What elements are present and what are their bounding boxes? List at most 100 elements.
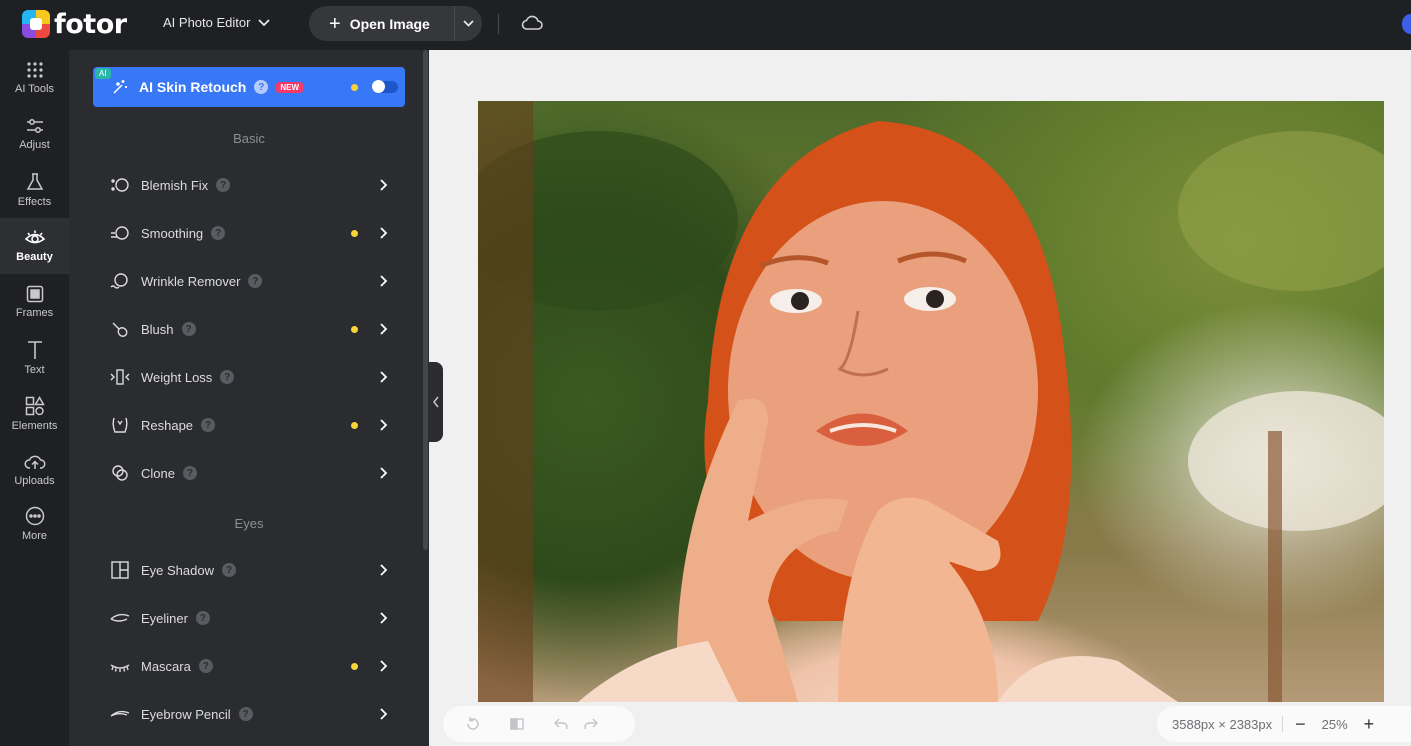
- modified-dot: [351, 663, 358, 670]
- nav-label: Text: [24, 364, 45, 376]
- ai-skin-retouch-toggle[interactable]: [372, 80, 398, 93]
- tool-label: Clone: [141, 465, 175, 481]
- chevron-down-icon: [258, 18, 271, 26]
- tool-clone[interactable]: Clone ?: [109, 459, 399, 487]
- modified-dot: [351, 84, 358, 91]
- tool-label: Mascara: [141, 658, 191, 674]
- zoom-level[interactable]: 25%: [1322, 717, 1348, 732]
- zoom-in-button[interactable]: +: [1364, 714, 1375, 735]
- canvas-photo[interactable]: [478, 101, 1384, 702]
- divider: [498, 14, 499, 34]
- chevron-right-icon: [380, 371, 388, 383]
- tool-mascara[interactable]: Mascara ?: [109, 652, 399, 680]
- sliders-icon: [26, 119, 43, 133]
- avatar[interactable]: [1402, 14, 1411, 34]
- portrait-photo: [478, 101, 1384, 702]
- tool-reshape[interactable]: Reshape ?: [109, 411, 399, 439]
- shapes-icon: [25, 396, 45, 416]
- nav-label: More: [21, 530, 48, 542]
- nav-elements[interactable]: Elements: [0, 386, 69, 442]
- help-icon[interactable]: ?: [195, 611, 210, 625]
- nav-beauty[interactable]: Beauty: [0, 218, 69, 274]
- help-icon[interactable]: ?: [238, 707, 253, 721]
- nav-ai-tools[interactable]: AI Tools: [0, 50, 69, 106]
- help-icon[interactable]: ?: [248, 274, 263, 288]
- tool-label: Weight Loss: [141, 369, 213, 385]
- tool-label: Wrinkle Remover: [141, 273, 241, 289]
- history-toolbar: [443, 706, 635, 742]
- blush-brush-icon: [109, 318, 131, 340]
- help-icon[interactable]: ?: [211, 226, 226, 240]
- redo-icon[interactable]: [583, 716, 599, 732]
- zoom-out-button[interactable]: −: [1295, 714, 1306, 735]
- tool-label: Blush: [141, 321, 174, 337]
- reset-icon[interactable]: [465, 716, 481, 732]
- beauty-panel: AI AI Skin Retouch ? NEW Basic Blemish F…: [69, 50, 429, 746]
- tool-blush[interactable]: Blush ?: [109, 315, 399, 343]
- tool-eye-shadow[interactable]: Eye Shadow ?: [109, 556, 399, 584]
- blemish-fix-icon: [109, 174, 131, 196]
- nav-label: Adjust: [19, 139, 50, 151]
- open-image-button[interactable]: + Open Image: [309, 6, 454, 41]
- help-icon[interactable]: ?: [220, 370, 235, 384]
- chevron-right-icon: [380, 467, 388, 479]
- nav-label: Beauty: [16, 251, 53, 263]
- section-eyes-title: Eyes: [234, 516, 264, 531]
- compare-icon[interactable]: [509, 716, 525, 732]
- tool-wrinkle-remover[interactable]: Wrinkle Remover ?: [109, 267, 399, 295]
- ai-skin-retouch-label: AI Skin Retouch: [139, 79, 247, 95]
- image-dimensions: 3588px × 2383px: [1172, 716, 1273, 732]
- tool-label: Eyebrow Pencil: [141, 706, 231, 722]
- fotor-logo[interactable]: fotor: [22, 9, 127, 40]
- collapse-panel-button[interactable]: [429, 362, 443, 442]
- modified-dot: [351, 230, 358, 237]
- cloud-save-button[interactable]: [520, 12, 544, 39]
- chevron-right-icon: [380, 564, 388, 576]
- panel-scrollbar[interactable]: [423, 50, 428, 550]
- nav-more[interactable]: More: [0, 496, 69, 552]
- undo-icon[interactable]: [553, 716, 569, 732]
- help-icon[interactable]: ?: [216, 178, 231, 192]
- tool-eyebrow-pencil[interactable]: Eyebrow Pencil ?: [109, 700, 399, 728]
- smoothing-icon: [109, 222, 131, 244]
- help-icon[interactable]: ?: [201, 418, 216, 432]
- eyebrow-icon: [109, 703, 131, 725]
- nav-adjust[interactable]: Adjust: [0, 106, 69, 162]
- chevron-right-icon: [380, 179, 388, 191]
- open-image-label: Open Image: [349, 15, 430, 32]
- nav-label: AI Tools: [15, 83, 54, 95]
- fotor-logo-icon: [22, 10, 50, 38]
- tool-blemish-fix[interactable]: Blemish Fix ?: [109, 171, 399, 199]
- help-icon[interactable]: ?: [222, 563, 236, 577]
- nav-label: Uploads: [14, 475, 55, 487]
- mascara-lashes-icon: [109, 655, 131, 677]
- nav-frames[interactable]: Frames: [0, 274, 69, 330]
- chevron-right-icon: [380, 275, 388, 287]
- tool-label: Reshape: [141, 417, 194, 433]
- help-icon[interactable]: ?: [198, 659, 213, 673]
- divider: [1282, 716, 1284, 732]
- tool-label: Eyeliner: [141, 610, 188, 626]
- tool-eyeliner[interactable]: Eyeliner ?: [109, 604, 399, 632]
- open-image-dropdown[interactable]: [454, 6, 482, 41]
- nav-text[interactable]: Text: [0, 330, 69, 386]
- chevron-left-icon: [433, 396, 439, 408]
- nav-label: Elements: [11, 420, 58, 432]
- app-mode-label: AI Photo Editor: [163, 15, 251, 30]
- app-mode-dropdown[interactable]: AI Photo Editor: [163, 15, 271, 30]
- ai-badge: AI: [95, 68, 111, 79]
- nav-label: Effects: [17, 196, 52, 208]
- tool-weight-loss[interactable]: Weight Loss ?: [109, 363, 399, 391]
- tool-label: Eye Shadow: [141, 562, 214, 578]
- help-icon[interactable]: ?: [181, 322, 196, 336]
- ai-skin-retouch-row[interactable]: AI AI Skin Retouch ? NEW: [93, 67, 405, 107]
- help-icon[interactable]: ?: [182, 466, 197, 480]
- nav-effects[interactable]: Effects: [0, 162, 69, 218]
- help-icon[interactable]: ?: [254, 80, 269, 94]
- left-nav: AI Tools Adjust Effects Beauty Frames Te…: [0, 50, 69, 746]
- magic-wand-icon: [113, 80, 127, 94]
- tool-smoothing[interactable]: Smoothing ?: [109, 219, 399, 247]
- nav-uploads[interactable]: Uploads: [0, 442, 69, 498]
- modified-dot: [351, 326, 358, 333]
- new-badge: NEW: [276, 81, 304, 93]
